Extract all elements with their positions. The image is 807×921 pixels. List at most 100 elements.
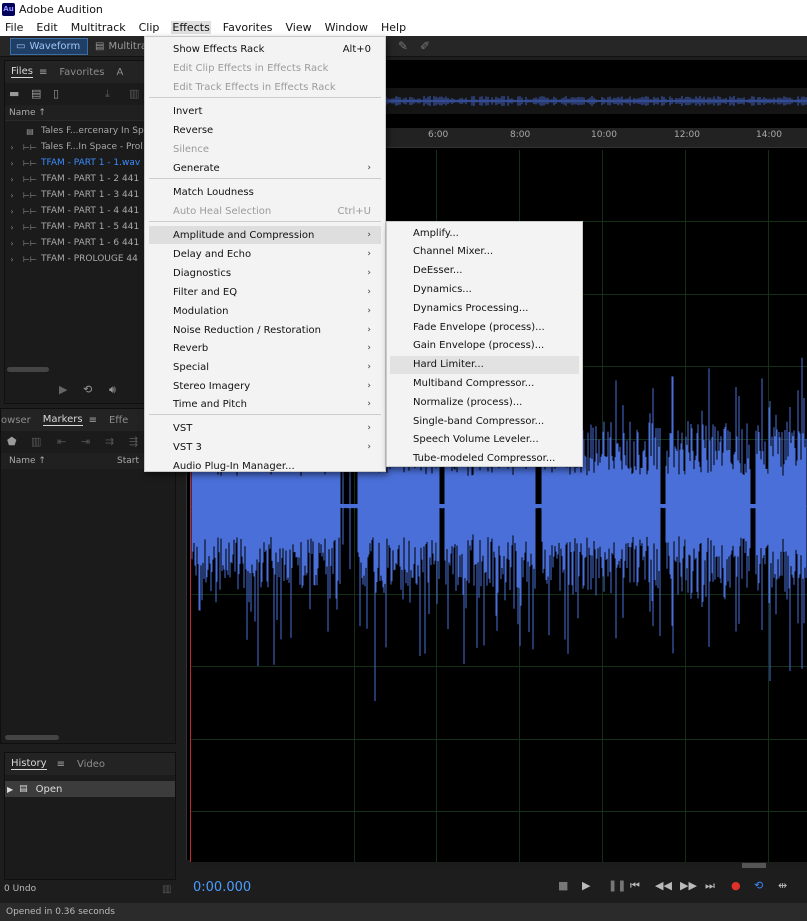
menu-effects[interactable]: Effects (171, 20, 211, 34)
play-icon[interactable]: ▶ (59, 383, 67, 396)
history-menu-icon[interactable]: ≡ (57, 759, 65, 770)
effects-menu-item[interactable]: Filter and EQ › (149, 283, 381, 301)
delete-icon[interactable]: ▥ (129, 87, 139, 100)
skip-selection-icon[interactable]: ⇹ (778, 879, 787, 892)
horizontal-scrollbar[interactable] (190, 862, 807, 869)
batch-icon[interactable]: ⇶ (129, 435, 138, 448)
effects-menu-item[interactable]: Audio Plug-In Manager... (149, 457, 381, 475)
submenu-item[interactable]: Tube-modeled Compressor... (390, 450, 579, 468)
tab-effects[interactable]: Effe (109, 415, 128, 426)
play-button-icon[interactable]: ▶ (582, 879, 590, 892)
menu-view[interactable]: View (285, 21, 313, 34)
export-marker-icon[interactable]: ⇥ (81, 435, 90, 448)
tab-history[interactable]: History (11, 758, 47, 770)
tab-markers[interactable]: Markers (42, 414, 83, 426)
markers-menu-icon[interactable]: ≡ (89, 415, 97, 426)
delete-marker-icon[interactable]: ▥ (31, 435, 41, 448)
panel-menu-icon[interactable]: ≡ (39, 67, 47, 78)
effects-menu-item[interactable]: Time and Pitch › (149, 395, 381, 413)
effects-menu-item[interactable]: VST 3 › (149, 438, 381, 456)
markers-name-column[interactable]: Name ↑ (9, 456, 46, 466)
effects-menu-item[interactable]: Match Loudness (149, 183, 381, 201)
loop-icon[interactable]: ⟲ (83, 383, 92, 396)
submenu-item[interactable]: Fade Envelope (process)... (390, 318, 579, 336)
submenu-item[interactable]: Dynamics Processing... (390, 299, 579, 317)
submenu-item[interactable]: Multiband Compressor... (390, 374, 579, 392)
name-column-header[interactable]: Name ↑ (9, 108, 46, 118)
tab-video[interactable]: Video (77, 759, 105, 770)
audio-file-icon: ⊢⊢ (23, 174, 37, 184)
markers-start-column[interactable]: Start (117, 456, 139, 466)
tab-files[interactable]: Files (11, 66, 33, 78)
expand-icon[interactable]: › (5, 159, 19, 168)
brush-tool-icon[interactable]: ✎ (398, 39, 408, 53)
submenu-item[interactable]: Normalize (process)... (390, 393, 579, 411)
effects-menu-item[interactable]: Modulation › (149, 302, 381, 320)
record-icon[interactable]: ● (731, 879, 741, 892)
expand-icon[interactable]: › (5, 191, 19, 200)
scroll-thumb[interactable] (742, 863, 766, 868)
effects-menu-item[interactable]: Reverse (149, 121, 381, 139)
playlist-icon[interactable]: ⇉ (105, 435, 114, 448)
tab-a[interactable]: A (117, 67, 124, 78)
effects-menu-item[interactable]: Show Effects Rack Alt+0 (149, 40, 381, 58)
new-file-icon[interactable]: ▯ (53, 87, 59, 100)
fast-forward-icon[interactable]: ▶▶ (680, 879, 697, 892)
loop-playback-icon[interactable]: ⟲ (754, 879, 763, 892)
effects-menu-item[interactable]: VST › (149, 419, 381, 437)
menu-edit[interactable]: Edit (35, 21, 58, 34)
history-item[interactable]: ▶ ▤ Open (5, 781, 175, 797)
menu-help[interactable]: Help (380, 21, 407, 34)
import-icon[interactable]: ▤ (31, 87, 41, 100)
submenu-item[interactable]: DeEsser... (390, 262, 579, 280)
open-folder-icon[interactable]: ▬ (9, 87, 19, 100)
submenu-item[interactable]: Amplify... (390, 224, 579, 242)
files-scrollbar[interactable] (7, 367, 49, 372)
markers-scrollbar[interactable] (5, 735, 59, 740)
effects-menu-item[interactable]: Reverb › (149, 339, 381, 357)
overview-bar[interactable] (385, 88, 807, 114)
tab-favorites[interactable]: Favorites (59, 67, 104, 78)
effects-menu-item[interactable]: Amplitude and Compression › (149, 226, 381, 244)
pause-icon[interactable]: ❚❚ (608, 879, 626, 892)
effects-menu-item[interactable]: Delay and Echo › (149, 245, 381, 263)
expand-icon[interactable]: › (5, 223, 19, 232)
clear-history-icon[interactable]: ▥ (162, 884, 171, 895)
expand-icon[interactable]: › (5, 255, 19, 264)
merge-marker-icon[interactable]: ⇤ (57, 435, 66, 448)
submenu-item[interactable]: Single-band Compressor... (390, 412, 579, 430)
effects-menu-item[interactable]: Noise Reduction / Restoration › (149, 321, 381, 339)
menu-file[interactable]: File (4, 21, 24, 34)
multitrack-mode-button[interactable]: ▤ Multitra (90, 38, 150, 55)
menu-favorites[interactable]: Favorites (222, 21, 274, 34)
submenu-item[interactable]: Dynamics... (390, 280, 579, 298)
tab-browser[interactable]: owser (1, 415, 31, 426)
menu-item-label: VST (173, 422, 193, 434)
time-ruler[interactable]: 6:00 8:00 10:00 12:00 14:00 (386, 128, 807, 148)
expand-icon[interactable]: › (5, 207, 19, 216)
menu-clip[interactable]: Clip (138, 21, 161, 34)
stop-icon[interactable]: ■ (558, 879, 568, 892)
expand-icon[interactable]: › (5, 175, 19, 184)
autoplay-icon[interactable]: 🔊︎ (109, 383, 116, 397)
expand-icon[interactable]: › (5, 143, 19, 152)
menu-multitrack[interactable]: Multitrack (70, 21, 127, 34)
effects-menu-item[interactable]: Generate › (149, 159, 381, 177)
expand-icon[interactable]: › (5, 239, 19, 248)
submenu-item[interactable]: Hard Limiter... (390, 355, 579, 374)
insert-icon[interactable]: ⤓ (105, 87, 110, 101)
submenu-item[interactable]: Gain Envelope (process)... (390, 337, 579, 355)
effects-menu-item[interactable]: Special › (149, 358, 381, 376)
waveform-mode-button[interactable]: ▭ Waveform (10, 38, 88, 55)
effects-menu-item[interactable]: Stereo Imagery › (149, 377, 381, 395)
menu-window[interactable]: Window (324, 21, 369, 34)
rewind-icon[interactable]: ◀◀ (655, 879, 672, 892)
submenu-item[interactable]: Speech Volume Leveler... (390, 431, 579, 449)
spot-healing-icon[interactable]: ✐ (420, 39, 430, 53)
add-marker-icon[interactable]: ⬟ (7, 435, 17, 448)
effects-menu-item[interactable]: Diagnostics › (149, 264, 381, 282)
goto-start-icon[interactable]: ⏮ (630, 879, 640, 893)
goto-end-icon[interactable]: ⏭ (705, 879, 715, 893)
effects-menu-item[interactable]: Invert (149, 102, 381, 120)
submenu-item[interactable]: Channel Mixer... (390, 243, 579, 261)
